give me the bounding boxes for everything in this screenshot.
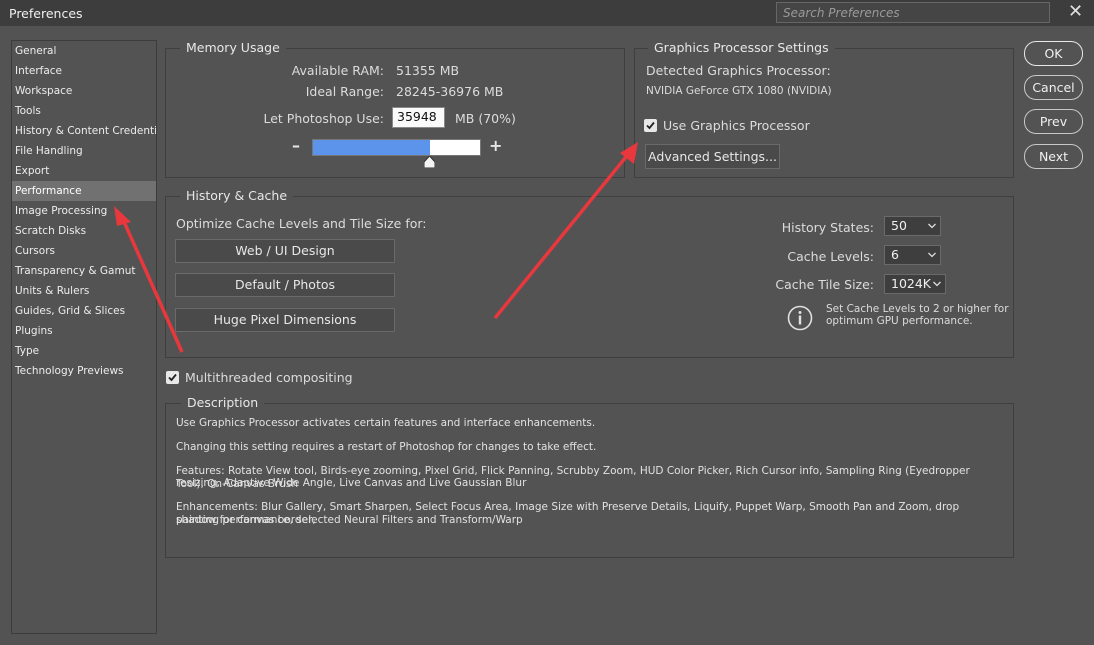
next-button[interactable]: Next	[1024, 144, 1083, 169]
sidebar-item-file-handling[interactable]: File Handling	[12, 141, 156, 161]
memory-unit-label: MB (70%)	[455, 111, 516, 126]
increase-memory-button[interactable]: +	[489, 136, 502, 155]
slider-thumb-icon[interactable]	[424, 156, 435, 168]
memory-usage-legend: Memory Usage	[180, 40, 286, 55]
prev-button[interactable]: Prev	[1024, 109, 1083, 134]
web-ui-design-button[interactable]: Web / UI Design	[175, 239, 395, 263]
sidebar-item-technology-previews[interactable]: Technology Previews	[12, 361, 156, 381]
chevron-down-icon	[928, 223, 936, 229]
memory-amount-input[interactable]: 35948	[392, 107, 445, 128]
description-p3b: resizing, Adaptive Wide Angle, Live Canv…	[176, 477, 527, 489]
use-gpu-label: Use Graphics Processor	[663, 118, 810, 133]
cache-tile-size-select[interactable]: 1024K	[884, 274, 946, 294]
history-cache-legend: History & Cache	[180, 188, 294, 203]
description-p4b: painting performance, selected Neural Fi…	[176, 514, 523, 526]
sidebar-item-cursors[interactable]: Cursors	[12, 241, 156, 261]
advanced-settings-button[interactable]: Advanced Settings...	[645, 144, 780, 169]
detected-gpu-value: NVIDIA GeForce GTX 1080 (NVIDIA)	[646, 85, 832, 97]
sidebar-item-export[interactable]: Export	[12, 161, 156, 181]
decrease-memory-button[interactable]: –	[292, 136, 300, 155]
close-icon[interactable]: ✕	[1068, 3, 1083, 21]
sidebar-item-interface[interactable]: Interface	[12, 61, 156, 81]
description-legend: Description	[181, 395, 265, 410]
gpu-settings-legend: Graphics Processor Settings	[648, 40, 835, 55]
available-ram-label: Available RAM:	[291, 63, 384, 78]
optimize-label: Optimize Cache Levels and Tile Size for:	[176, 216, 427, 231]
sidebar-item-guides-grid-slices[interactable]: Guides, Grid & Slices	[12, 301, 156, 321]
window-title: Preferences	[9, 6, 83, 21]
checkmark-icon	[168, 373, 177, 382]
sidebar-item-type[interactable]: Type	[12, 341, 156, 361]
use-gpu-checkbox[interactable]	[644, 119, 657, 132]
cache-info-line1: Set Cache Levels to 2 or higher for	[826, 303, 1009, 315]
ok-button[interactable]: OK	[1024, 41, 1083, 66]
detected-gpu-label: Detected Graphics Processor:	[646, 63, 831, 78]
cache-tile-size-value: 1024K	[891, 276, 932, 291]
ideal-range-label: Ideal Range:	[305, 84, 384, 99]
sidebar-item-performance[interactable]: Performance	[12, 181, 156, 201]
history-states-label: History States:	[781, 220, 874, 235]
cancel-button[interactable]: Cancel	[1024, 75, 1083, 100]
cache-levels-select[interactable]: 6	[884, 245, 941, 265]
sidebar-item-image-processing[interactable]: Image Processing	[12, 201, 156, 221]
history-states-select[interactable]: 50	[884, 216, 941, 236]
sidebar-item-scratch-disks[interactable]: Scratch Disks	[12, 221, 156, 241]
chevron-down-icon	[933, 281, 941, 287]
category-list: General Interface Workspace Tools History & …	[11, 40, 157, 634]
history-states-value: 50	[891, 218, 907, 233]
sidebar-item-history-content-credentials[interactable]: History & Content Credentials	[12, 121, 156, 141]
description-p2: Changing this setting requires a restart…	[176, 441, 597, 453]
sidebar-item-general[interactable]: General	[12, 41, 156, 61]
ideal-range-value: 28245-36976 MB	[396, 84, 504, 99]
description-p1: Use Graphics Processor activates certain…	[176, 417, 596, 429]
cache-levels-label: Cache Levels:	[787, 249, 874, 264]
search-input[interactable]: Search Preferences	[776, 2, 1050, 23]
sidebar-item-tools[interactable]: Tools	[12, 101, 156, 121]
cache-levels-value: 6	[891, 247, 899, 262]
let-photoshop-use-label: Let Photoshop Use:	[263, 111, 384, 126]
cache-tile-size-label: Cache Tile Size:	[775, 277, 874, 292]
default-photos-button[interactable]: Default / Photos	[175, 273, 395, 297]
cache-info-line2: optimum GPU performance.	[826, 315, 973, 327]
available-ram-value: 51355 MB	[396, 63, 460, 78]
sidebar-item-plugins[interactable]: Plugins	[12, 321, 156, 341]
sidebar-item-workspace[interactable]: Workspace	[12, 81, 156, 101]
title-bar: Preferences Search Preferences ✕	[0, 0, 1094, 26]
multithreaded-label: Multithreaded compositing	[185, 370, 353, 385]
memory-slider[interactable]	[312, 139, 481, 156]
huge-pixel-dimensions-button[interactable]: Huge Pixel Dimensions	[175, 308, 395, 332]
info-icon	[787, 305, 813, 331]
sidebar-item-transparency-gamut[interactable]: Transparency & Gamut	[12, 261, 156, 281]
sidebar-item-units-rulers[interactable]: Units & Rulers	[12, 281, 156, 301]
memory-slider-fill	[313, 140, 430, 155]
multithreaded-checkbox[interactable]	[166, 371, 179, 384]
chevron-down-icon	[928, 252, 936, 258]
checkmark-icon	[646, 121, 655, 130]
